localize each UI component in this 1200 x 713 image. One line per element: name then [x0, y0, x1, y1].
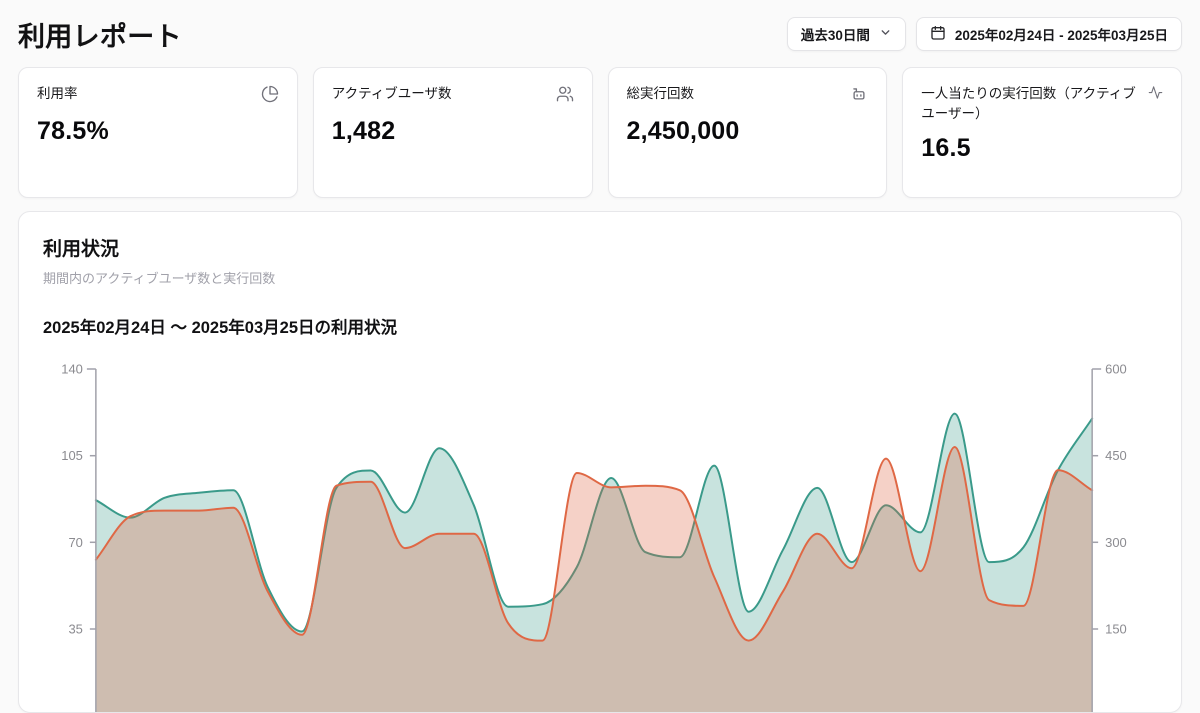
stat-label: 利用率	[37, 84, 78, 104]
page-header: 利用レポート 過去30日間 2025年02月24日 - 2025年03月25日	[18, 14, 1182, 54]
left-axis-tick-label: 140	[61, 361, 83, 376]
pie-chart-icon	[261, 85, 279, 108]
left-axis-tick-label: 70	[68, 535, 82, 550]
calendar-icon	[930, 25, 946, 44]
left-axis-tick-label: 105	[61, 448, 83, 463]
left-axis-tick-label: 35	[68, 621, 82, 636]
stat-card-total-executions: 総実行回数 2,450,000	[608, 67, 888, 198]
section-title: 利用状況	[43, 234, 1157, 261]
users-icon	[556, 85, 574, 108]
usage-report-page: 利用レポート 過去30日間 2025年02月24日 - 2025年03月25日 …	[0, 0, 1200, 686]
date-range-label: 2025年02月24日 - 2025年03月25日	[955, 24, 1168, 44]
stat-label: 総実行回数	[627, 84, 695, 104]
header-controls: 過去30日間 2025年02月24日 - 2025年03月25日	[787, 17, 1182, 51]
date-range-picker[interactable]: 2025年02月24日 - 2025年03月25日	[916, 17, 1182, 51]
right-axis-tick-label: 600	[1105, 361, 1127, 376]
stat-value: 1,482	[332, 117, 574, 146]
right-axis-tick-label: 300	[1105, 535, 1127, 550]
stat-label: 一人当たりの実行回数（アクティブユーザー）	[921, 84, 1138, 125]
period-dropdown[interactable]: 過去30日間	[787, 17, 906, 51]
section-subtitle: 期間内のアクティブユーザ数と実行回数	[43, 268, 1157, 287]
stats-row: 利用率 78.5% アクティブユーザ数 1,482 総実行回数	[18, 67, 1182, 198]
chart-area: 140 105 70 35 600 450 300 150	[19, 356, 1181, 712]
chart-title: 2025年02月24日 ～ 2025年03月25日の利用状況	[43, 314, 1157, 338]
stat-card-active-users: アクティブユーザ数 1,482	[313, 67, 593, 198]
bot-icon	[850, 85, 868, 108]
usage-area-chart: 140 105 70 35 600 450 300 150	[19, 356, 1181, 712]
page-title: 利用レポート	[18, 15, 182, 54]
stat-card-executions-per-user: 一人当たりの実行回数（アクティブユーザー） 16.5	[902, 67, 1182, 198]
stat-card-usage-rate: 利用率 78.5%	[18, 67, 298, 198]
chevron-down-icon	[879, 26, 892, 42]
stat-value: 16.5	[921, 134, 1163, 163]
right-axis-tick-label: 450	[1105, 448, 1127, 463]
usage-status-card: 利用状況 期間内のアクティブユーザ数と実行回数 2025年02月24日 ～ 20…	[18, 211, 1182, 713]
period-dropdown-label: 過去30日間	[801, 24, 870, 44]
stat-value: 78.5%	[37, 117, 279, 146]
right-axis-tick-label: 150	[1105, 621, 1127, 636]
activity-icon	[1148, 85, 1163, 105]
stat-label: アクティブユーザ数	[332, 84, 452, 104]
stat-value: 2,450,000	[627, 117, 869, 146]
